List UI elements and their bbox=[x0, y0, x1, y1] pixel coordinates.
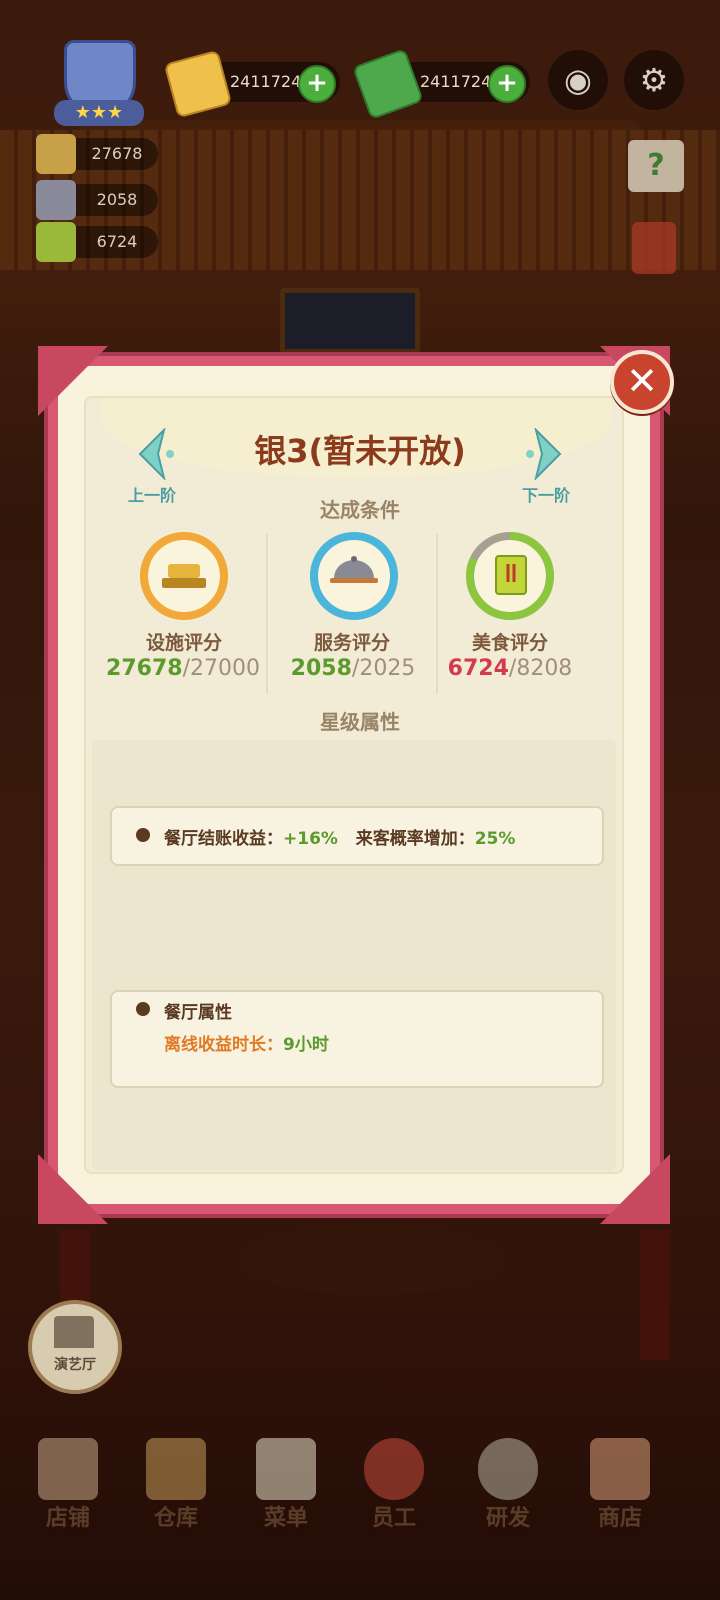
service-score-progress: 2058/2025 bbox=[268, 656, 438, 681]
service-target: /2025 bbox=[351, 656, 416, 681]
gold-ingot-icon bbox=[168, 564, 200, 578]
nav-menu[interactable]: 菜单 bbox=[236, 1430, 336, 1540]
guest-rate-value: 25% bbox=[474, 829, 516, 849]
storefront-icon bbox=[38, 1438, 98, 1500]
nav-store[interactable]: 商店 bbox=[570, 1430, 670, 1540]
facility-current: 27678 bbox=[106, 656, 183, 681]
facility-icon bbox=[36, 134, 76, 174]
theater-label: 演艺厅 bbox=[54, 1357, 96, 1373]
nav-label: 菜单 bbox=[263, 1506, 308, 1531]
prev-tier-button[interactable] bbox=[134, 426, 174, 482]
red-book-icon[interactable] bbox=[632, 222, 676, 274]
prev-tier-label[interactable]: 上一阶 bbox=[128, 482, 176, 506]
shop-stall-icon bbox=[590, 1438, 650, 1500]
nav-research[interactable]: 研发 bbox=[458, 1430, 558, 1540]
food-score-pill: 6724 bbox=[36, 222, 158, 262]
checkout-income-value: +16% bbox=[283, 829, 338, 849]
bullet-icon bbox=[136, 828, 150, 842]
arrow-left-icon bbox=[138, 426, 174, 482]
dialog-title: 银3(暂未开放) bbox=[254, 432, 466, 470]
attributes-area bbox=[92, 740, 616, 1170]
nav-warehouse[interactable]: 仓库 bbox=[126, 1430, 226, 1540]
next-tier-button[interactable] bbox=[526, 426, 566, 482]
attribute-row-restaurant: 餐厅属性 离线收益时长：9小时 bbox=[110, 990, 604, 1088]
theater-button[interactable]: 演艺厅 bbox=[28, 1300, 122, 1394]
help-book-button[interactable]: ? bbox=[628, 140, 684, 192]
nav-label: 商店 bbox=[597, 1506, 642, 1531]
facility-score-value: 27678 bbox=[91, 144, 143, 163]
nav-label: 仓库 bbox=[153, 1506, 198, 1531]
food-target: /8208 bbox=[508, 656, 573, 681]
service-current: 2058 bbox=[290, 656, 352, 681]
cash-counter: 24117248 + bbox=[352, 48, 530, 120]
nav-label: 员工 bbox=[371, 1506, 416, 1531]
nav-label: 店铺 bbox=[45, 1506, 90, 1531]
rank-stars: ★★★ bbox=[54, 100, 144, 126]
bonus-text: 餐厅结账收益：+16% 来客概率增加：25% bbox=[164, 824, 515, 849]
arrow-right-icon bbox=[526, 426, 562, 482]
attribute-row-bonus: 餐厅结账收益：+16% 来客概率增加：25% bbox=[110, 806, 604, 866]
add-cash-button[interactable]: + bbox=[488, 65, 526, 103]
clipboard-icon bbox=[256, 1438, 316, 1500]
service-gauge bbox=[308, 530, 400, 622]
recipe-book-icon bbox=[495, 555, 527, 595]
bullet-icon bbox=[136, 1002, 150, 1016]
food-score-value: 6724 bbox=[96, 232, 138, 251]
guest-rate-label: 来客概率增加： bbox=[355, 829, 475, 849]
rank-badge[interactable]: ★★★ bbox=[36, 40, 158, 128]
food-current: 6724 bbox=[447, 656, 509, 681]
bottom-nav: 店铺 仓库 菜单 员工 研发 商店 bbox=[0, 1430, 720, 1540]
camera-button[interactable]: ◉ bbox=[548, 50, 608, 110]
recipe-book-icon bbox=[36, 222, 76, 262]
camera-icon: ◉ bbox=[564, 61, 592, 99]
service-score-pill: 2058 bbox=[36, 180, 158, 220]
gold-counter: 24117248 + bbox=[163, 49, 340, 119]
theater-building-icon bbox=[54, 1316, 94, 1348]
attributes-title: 星级属性 bbox=[320, 710, 400, 734]
service-score-value: 2058 bbox=[96, 190, 138, 209]
nav-label: 研发 bbox=[485, 1506, 530, 1531]
chef-icon bbox=[364, 1438, 424, 1500]
nav-staff[interactable]: 员工 bbox=[344, 1430, 444, 1540]
facility-score-progress: 27678/27000 bbox=[98, 656, 268, 681]
nav-shop-front[interactable]: 店铺 bbox=[18, 1430, 118, 1540]
facility-gauge bbox=[138, 530, 230, 622]
crate-icon bbox=[146, 1438, 206, 1500]
facility-target: /27000 bbox=[182, 656, 260, 681]
facility-score-pill: 27678 bbox=[36, 134, 158, 174]
cash-value: 24117248 bbox=[420, 72, 502, 91]
gold-value: 24117248 bbox=[230, 72, 312, 91]
close-icon: ✕ bbox=[626, 359, 658, 403]
service-icon bbox=[36, 180, 76, 220]
add-gold-button[interactable]: + bbox=[298, 65, 336, 103]
question-mark-icon: ? bbox=[647, 148, 665, 183]
next-tier-label[interactable]: 下一阶 bbox=[522, 482, 570, 506]
settings-button[interactable]: ⚙ bbox=[624, 50, 684, 110]
offline-income-label: 离线收益时长： bbox=[164, 1035, 283, 1055]
service-score-label: 服务评分 bbox=[313, 632, 390, 654]
conditions-title: 达成条件 bbox=[320, 498, 400, 522]
restaurant-attr-title: 餐厅属性 bbox=[164, 1003, 232, 1023]
cooking-pot-icon bbox=[478, 1438, 538, 1500]
offline-income-text: 离线收益时长：9小时 bbox=[164, 1030, 329, 1055]
facility-score-label: 设施评分 bbox=[145, 632, 222, 654]
checkout-income-label: 餐厅结账收益： bbox=[164, 829, 283, 849]
close-button[interactable]: ✕ bbox=[610, 350, 674, 414]
food-score-label: 美食评分 bbox=[471, 632, 548, 654]
gear-icon: ⚙ bbox=[639, 61, 669, 99]
food-gauge bbox=[464, 530, 556, 622]
food-score-progress: 6724/8208 bbox=[425, 656, 595, 681]
offline-income-value: 9小时 bbox=[283, 1035, 329, 1055]
